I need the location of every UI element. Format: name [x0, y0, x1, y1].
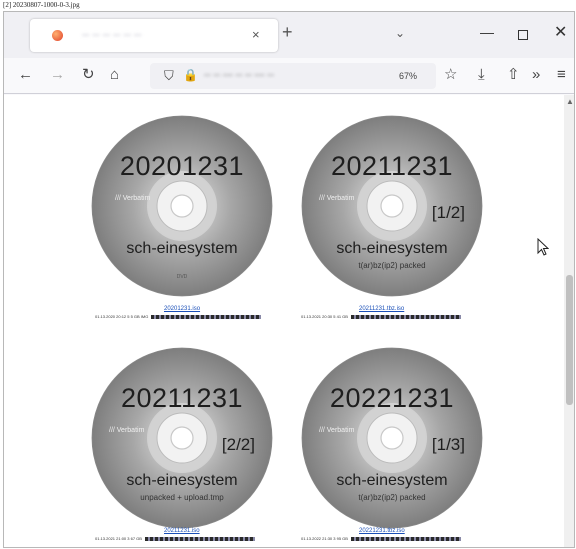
disc-image[interactable]: 20211231 /// Verbatim [1/2] sch-einesyst… — [301, 115, 483, 297]
tab-bar: -- -- -- -- -- -- × + ⌄ — ✕ — [4, 12, 574, 58]
minimize-button[interactable]: — — [480, 24, 494, 40]
back-button[interactable]: ← — [18, 66, 33, 84]
scroll-up-arrow-icon[interactable]: ▲ — [566, 97, 574, 106]
file-link[interactable]: 20211231.iso — [164, 528, 200, 534]
disc-image[interactable]: 20201231 /// Verbatim sch-einesystem DVD — [91, 115, 273, 297]
disc-date: 20221231 — [329, 383, 455, 413]
window-close-button[interactable]: ✕ — [554, 22, 567, 42]
disc-brand: /// Verbatim — [109, 427, 145, 434]
new-tab-button[interactable]: + — [282, 23, 293, 41]
active-tab[interactable]: -- -- -- -- -- -- × — [30, 19, 278, 52]
file-meta: 01.13.2021 21:00 3 67 GB — [95, 536, 255, 541]
mouse-cursor-icon — [537, 238, 549, 256]
image-caption: [2] 20230807-1000-0-3.jpg — [3, 1, 80, 9]
disc-date: 20201231 — [119, 151, 245, 181]
site-security-icon[interactable]: 🔒 — [183, 68, 198, 82]
disc-subtitle: t(ar)bz(ip2) packed — [358, 261, 426, 270]
disc-date: 20211231 — [330, 151, 454, 181]
file-link[interactable]: 20201231.iso — [164, 306, 200, 312]
zoom-level[interactable]: 67% — [399, 71, 417, 81]
reload-button[interactable]: ↻ — [82, 66, 95, 84]
tab-list-button[interactable]: ⌄ — [395, 26, 405, 40]
file-meta: 01.13.2022 21:30 3 95 GB — [301, 536, 461, 541]
url-text[interactable]: -- -- --- -- -- --- -- — [204, 70, 274, 81]
maximize-button[interactable] — [518, 30, 528, 40]
file-meta: 01.13.2020 20:12 5 5 GB IMG — [95, 314, 262, 319]
url-bar[interactable]: ⛉ 🔒 -- -- --- -- -- --- -- 67% — [150, 63, 436, 89]
disc-system-label: sch-einesystem — [336, 240, 448, 257]
file-meta: 01.13.2021 20:30 5 41 GB — [301, 314, 461, 319]
disc-brand: /// Verbatim — [115, 195, 151, 202]
disc-part-label: [2/2] — [221, 435, 255, 454]
disc-image[interactable]: 20221231 /// Verbatim [1/3] sch-einesyst… — [301, 347, 483, 529]
disc-subtitle: t(ar)bz(ip2) packed — [358, 493, 426, 502]
overflow-menu-icon[interactable]: » — [532, 66, 540, 84]
bookmark-star-icon[interactable]: ☆ — [444, 66, 457, 84]
home-button[interactable]: ⌂ — [110, 66, 119, 84]
tracking-shield-icon[interactable]: ⛉ — [164, 68, 174, 84]
navigation-toolbar: ← → ↻ ⌂ ⛉ 🔒 -- -- --- -- -- --- -- 67% ☆… — [4, 58, 574, 94]
browser-window: -- -- -- -- -- -- × + ⌄ — ✕ ← → ↻ ⌂ ⛉ 🔒 … — [3, 11, 575, 548]
disc-dvd-logo: DVD — [176, 274, 188, 280]
tab-title: -- -- -- -- -- -- — [82, 29, 142, 41]
downloads-icon[interactable]: ⤓ — [478, 66, 485, 84]
firefox-icon — [52, 30, 63, 41]
page-content: 20201231 /// Verbatim sch-einesystem DVD… — [4, 95, 564, 547]
disc-system-label: sch-einesystem — [126, 240, 238, 257]
disc-brand: /// Verbatim — [319, 195, 355, 202]
extensions-icon[interactable]: ⇧ — [507, 66, 520, 84]
disc-date: 20211231 — [120, 383, 244, 413]
disc-subtitle: unpacked + upload.tmp — [140, 493, 224, 502]
file-link[interactable]: 20211231.tbz.iso — [359, 306, 404, 312]
close-tab-icon[interactable]: × — [252, 27, 260, 42]
disc-system-label: sch-einesystem — [336, 472, 448, 489]
app-menu-icon[interactable]: ≡ — [557, 66, 566, 84]
scroll-thumb[interactable] — [566, 275, 573, 405]
file-link[interactable]: 20221231.tbz.iso — [359, 528, 405, 534]
vertical-scrollbar[interactable]: ▲ — [564, 95, 574, 547]
disc-graphic — [91, 115, 273, 297]
disc-system-label: sch-einesystem — [126, 472, 238, 489]
forward-button[interactable]: → — [50, 66, 65, 84]
disc-part-label: [1/2] — [431, 203, 465, 222]
disc-brand: /// Verbatim — [319, 427, 355, 434]
disc-image[interactable]: 20211231 /// Verbatim [2/2] sch-einesyst… — [91, 347, 273, 529]
disc-part-label: [1/3] — [431, 435, 465, 454]
